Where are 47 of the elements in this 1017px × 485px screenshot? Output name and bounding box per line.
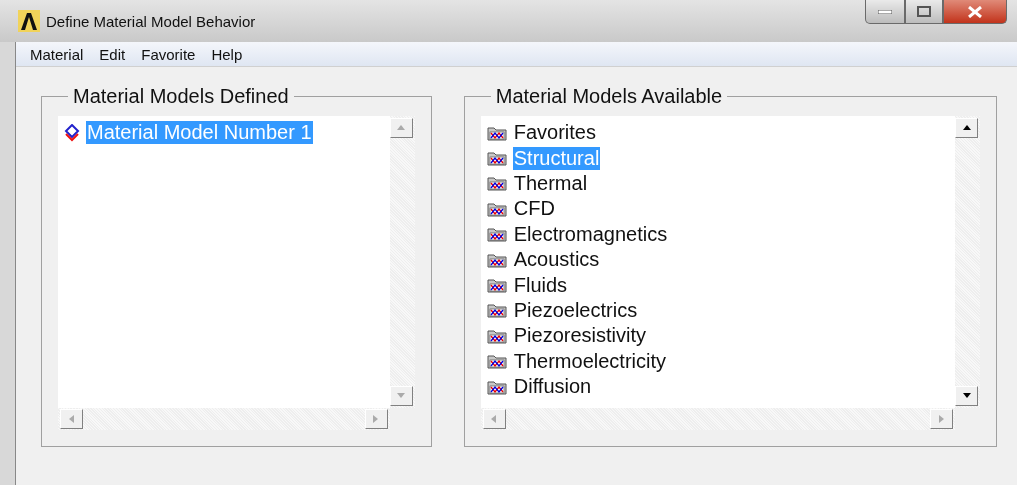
horizontal-scrollbar[interactable] <box>58 408 390 430</box>
model-icon <box>64 123 80 142</box>
scroll-left-button[interactable] <box>482 409 506 429</box>
list-item[interactable]: Acoustics <box>512 248 601 272</box>
app-logo-icon <box>18 10 40 32</box>
minimize-button[interactable] <box>865 0 905 24</box>
maximize-button[interactable] <box>905 0 943 24</box>
scroll-up-button[interactable] <box>955 118 978 138</box>
menu-item[interactable]: Help <box>205 45 253 63</box>
folder-icon <box>486 150 507 167</box>
scroll-right-button[interactable] <box>930 409 953 429</box>
folder-icon <box>486 353 507 370</box>
close-icon <box>967 5 983 18</box>
list-item[interactable]: Thermal <box>512 171 589 195</box>
horizontal-scrollbar[interactable] <box>480 408 955 430</box>
folder-icon <box>486 226 507 243</box>
close-button[interactable] <box>943 0 1007 24</box>
list-item[interactable]: Thermoelectricity <box>512 349 667 373</box>
maximize-icon <box>917 6 931 17</box>
folder-icon <box>486 327 507 344</box>
menu-item[interactable]: Favorite <box>135 45 206 63</box>
folder-icon <box>486 124 507 141</box>
folder-icon <box>486 200 507 217</box>
window-title: Define Material Model Behavior <box>46 12 257 30</box>
folder-icon <box>486 251 507 268</box>
folder-icon <box>486 175 507 192</box>
list-item[interactable]: Piezoresistivity <box>512 324 647 348</box>
up-arrow-icon <box>961 123 972 133</box>
scroll-left-button[interactable] <box>60 409 83 429</box>
scroll-down-button[interactable] <box>955 386 978 406</box>
group-title: Material Models Available <box>494 85 724 108</box>
folder-icon <box>486 378 507 395</box>
group-title: Material Models Defined <box>72 85 290 108</box>
minimize-icon <box>878 9 892 14</box>
menu-item[interactable]: Material <box>24 45 94 63</box>
vertical-scrollbar[interactable] <box>955 116 980 408</box>
list-item[interactable]: Electromagnetics <box>512 222 669 246</box>
up-arrow-icon <box>396 123 407 133</box>
menu-item[interactable]: Edit <box>93 45 136 63</box>
folder-icon <box>486 277 507 294</box>
folder-icon <box>486 302 507 319</box>
list-item[interactable]: Diffusion <box>512 375 593 399</box>
list-item[interactable]: Piezoelectrics <box>512 298 639 322</box>
scroll-right-button[interactable] <box>364 409 388 429</box>
list-item[interactable]: Fluids <box>512 273 569 297</box>
list-item[interactable]: Favorites <box>512 121 597 145</box>
list-item[interactable]: CFD <box>512 197 556 221</box>
